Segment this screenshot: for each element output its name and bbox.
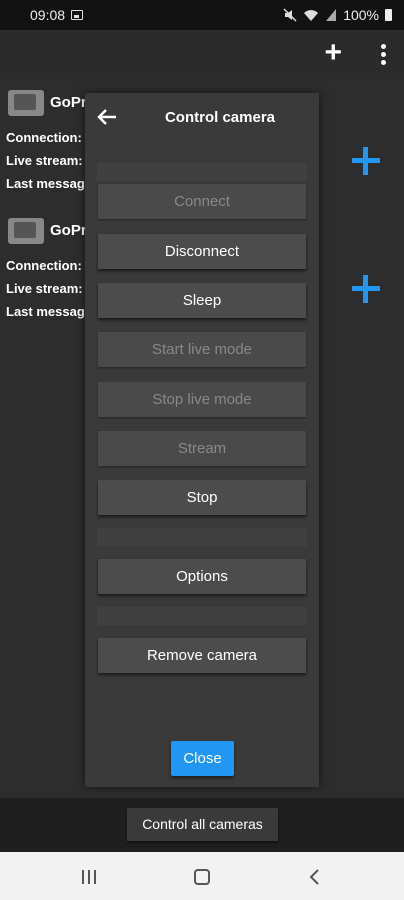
stop-live-mode-button[interactable]: Stop live mode [98,382,306,417]
bottom-bar: Control all cameras [0,798,404,852]
last-message-label: Last messag [6,304,85,319]
battery-icon [385,9,392,21]
back-arrow-icon[interactable] [97,109,117,125]
live-stream-label: Live stream: [6,281,83,296]
add-icon[interactable] [352,275,380,303]
mute-icon [283,8,297,22]
system-nav-bar [0,852,404,900]
connection-label: Connection: [6,258,82,273]
disconnect-button[interactable]: Disconnect [98,234,306,269]
nav-back-icon[interactable] [308,869,322,885]
camera-name: GoPr [50,94,87,111]
last-message-label: Last messag [6,176,85,191]
recents-icon[interactable] [82,870,96,884]
status-bar: 09:08 100% [0,0,404,30]
sleep-button[interactable]: Sleep [98,283,306,318]
dialog-title: Control camera [164,109,276,126]
add-icon[interactable]: + [324,38,342,68]
divider [97,528,307,546]
more-vert-icon[interactable] [380,44,386,65]
camera-thumbnail [8,218,44,244]
remove-camera-button[interactable]: Remove camera [98,638,306,673]
stream-button[interactable]: Stream [98,431,306,466]
control-all-cameras-button[interactable]: Control all cameras [127,808,278,841]
camera-name: GoPr [50,222,87,239]
connect-button[interactable]: Connect [98,184,306,219]
camera-thumbnail [8,90,44,116]
start-live-mode-button[interactable]: Start live mode [98,332,306,367]
image-icon [71,10,84,20]
dialog-header: Control camera [85,93,319,141]
stop-button[interactable]: Stop [98,480,306,515]
app-bar: + [0,30,404,78]
close-button[interactable]: Close [171,741,234,776]
control-camera-dialog: Control camera Connect Disconnect Sleep … [85,93,319,787]
signal-icon [326,9,337,21]
divider [97,607,307,625]
home-icon[interactable] [194,869,210,885]
status-time: 09:08 [30,7,66,23]
battery-text: 100% [343,7,379,23]
wifi-icon [304,10,319,21]
add-icon[interactable] [352,147,380,175]
options-button[interactable]: Options [98,559,306,594]
connection-label: Connection: [6,130,82,145]
divider [97,163,307,181]
live-stream-label: Live stream: [6,153,83,168]
